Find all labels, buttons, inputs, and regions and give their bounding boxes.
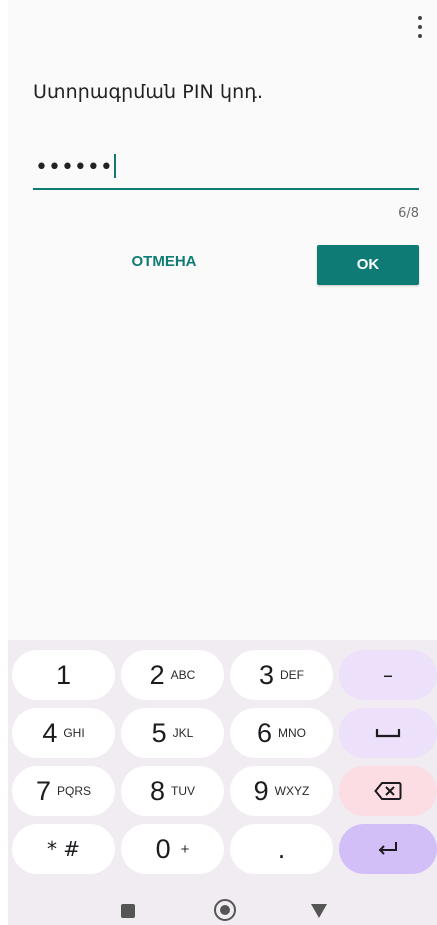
- back-icon[interactable]: [311, 904, 327, 918]
- key-star-hash[interactable]: * #: [12, 824, 115, 874]
- key-0[interactable]: 0 +: [121, 824, 224, 874]
- screen: Ստորագրման PIN կոդ. •••••• 6/8 ОТМЕНА OK…: [8, 0, 437, 925]
- backspace-key[interactable]: [339, 766, 437, 816]
- character-counter: 6/8: [398, 206, 419, 221]
- key-4[interactable]: 4 GHI: [12, 708, 115, 758]
- space-key[interactable]: [339, 708, 437, 758]
- key-5[interactable]: 5 JKL: [121, 708, 224, 758]
- enter-icon: [378, 842, 397, 855]
- space-bar-icon: [375, 729, 401, 738]
- key-3[interactable]: 3 DEF: [230, 650, 333, 700]
- pin-masked-value: ••••••: [35, 154, 116, 180]
- backspace-icon: [374, 782, 402, 800]
- numeric-keyboard: 1 2 ABC 3 DEF – 4 GHI 5 JKL 6 MNO 7 PQRS…: [8, 640, 437, 925]
- key-1[interactable]: 1: [12, 650, 115, 700]
- pin-input[interactable]: ••••••: [33, 150, 419, 190]
- home-icon[interactable]: [214, 899, 236, 921]
- minus-key[interactable]: –: [339, 650, 437, 700]
- system-navigation-bar: [8, 885, 437, 925]
- key-7[interactable]: 7 PQRS: [12, 766, 115, 816]
- key-6[interactable]: 6 MNO: [230, 708, 333, 758]
- key-8[interactable]: 8 TUV: [121, 766, 224, 816]
- ok-button[interactable]: OK: [317, 245, 419, 285]
- enter-key[interactable]: [339, 824, 437, 874]
- overflow-menu-icon[interactable]: [414, 16, 426, 38]
- recent-apps-icon[interactable]: [121, 904, 135, 918]
- key-9[interactable]: 9 WXYZ: [230, 766, 333, 816]
- cancel-button[interactable]: ОТМЕНА: [109, 250, 219, 274]
- key-period[interactable]: .: [230, 824, 333, 874]
- key-2[interactable]: 2 ABC: [121, 650, 224, 700]
- dialog-title: Ստորագրման PIN կոդ.: [33, 81, 264, 103]
- text-cursor: [113, 154, 116, 178]
